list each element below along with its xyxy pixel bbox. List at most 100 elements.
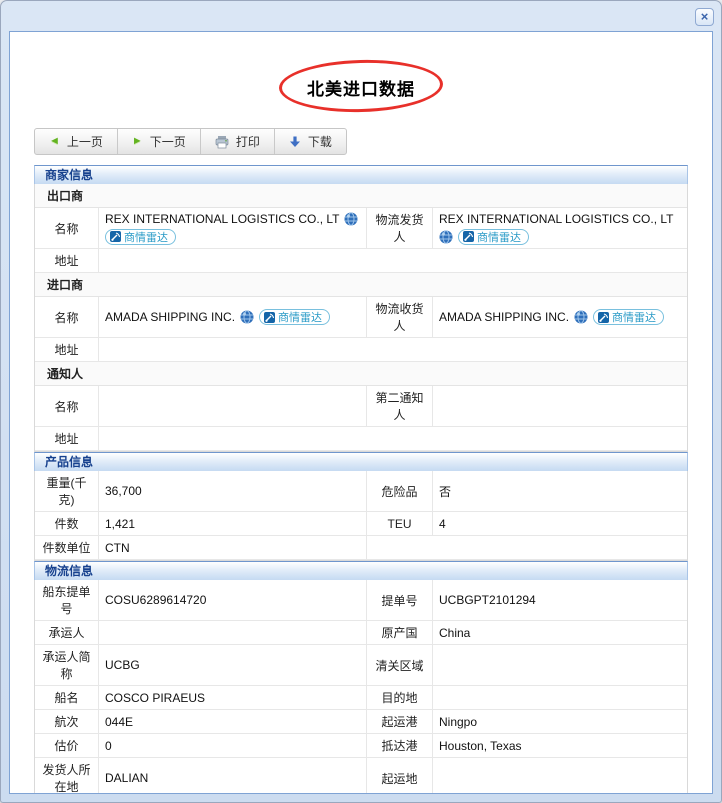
departure-place-value — [433, 758, 687, 793]
radar-badge-button[interactable]: 商情雷达 — [259, 309, 331, 325]
field-label: 船东提单号 — [35, 580, 99, 620]
table-row: 重量(千克) 36,700 危险品 否 — [35, 471, 687, 512]
table-row: 名称 REX INTERNATIONAL LOGISTICS CO., LT 商… — [35, 208, 687, 249]
field-label: TEU — [367, 512, 433, 535]
table-row: 地址 — [35, 427, 687, 451]
field-label: 名称 — [35, 297, 99, 337]
table-row: 件数 1,421 TEU 4 — [35, 512, 687, 536]
master-bl-value: COSU6289614720 — [99, 580, 367, 620]
field-label: 抵达港 — [367, 734, 433, 757]
field-label: 清关区域 — [367, 645, 433, 685]
notify-address-value — [99, 427, 687, 450]
radar-icon — [110, 231, 121, 242]
table-row: 估价 0 抵达港 Houston, Texas — [35, 734, 687, 758]
teu-value: 4 — [439, 516, 446, 531]
shipper-location-value: DALIAN — [99, 758, 367, 793]
globe-icon[interactable] — [240, 310, 255, 324]
field-label: 承运人简称 — [35, 645, 99, 685]
customs-area-value — [433, 645, 687, 685]
radar-badge-label: 商情雷达 — [278, 312, 323, 324]
radar-icon — [598, 311, 610, 323]
prev-page-label: 上一页 — [66, 135, 103, 149]
field-label: 估价 — [35, 734, 99, 757]
estimated-value: 0 — [99, 734, 367, 757]
arrow-right-icon: ► — [131, 135, 143, 147]
bl-value: UCBGPT2101294 — [439, 593, 536, 607]
table-row: 承运人 原产国 China — [35, 621, 687, 645]
exporter-name-value: REX INTERNATIONAL LOGISTICS CO., LT 商情雷达 — [99, 208, 367, 248]
section-header-merchant: 商家信息 — [34, 165, 688, 184]
dangerous-value: 否 — [439, 484, 452, 499]
field-label: 危险品 — [367, 471, 433, 511]
radar-badge-label: 商情雷达 — [612, 312, 657, 324]
notify-name-value — [99, 386, 367, 426]
section-product: 重量(千克) 36,700 危险品 否 件数 1,421 TEU 4 件数单位 … — [34, 471, 688, 561]
company-name: AMADA SHIPPING INC. — [105, 310, 236, 324]
subheader-exporter: 出口商 — [35, 184, 687, 208]
prev-page-button[interactable]: ◄ 上一页 — [35, 129, 118, 154]
field-label: 件数单位 — [35, 536, 99, 559]
radar-badge-button[interactable]: 商情雷达 — [593, 309, 665, 325]
section-header-product: 产品信息 — [34, 452, 688, 471]
download-label: 下载 — [307, 135, 332, 149]
table-row: 发货人所在地 DALIAN 起运地 — [35, 758, 687, 793]
page-title-wrap: 北美进口数据 — [261, 57, 461, 115]
globe-icon[interactable] — [439, 229, 453, 244]
table-row: 地址 — [35, 249, 687, 273]
table-row: 名称 AMADA SHIPPING INC. 商情雷达 物流收货人 AMADA … — [35, 297, 687, 338]
download-button[interactable]: 下载 — [275, 129, 346, 154]
weight-value: 36,700 — [99, 471, 367, 511]
company-name: REX INTERNATIONAL LOGISTICS CO., LT — [439, 211, 674, 226]
pager-toolbar: ◄ 上一页 ► 下一页 打印 下载 — [34, 128, 347, 155]
download-arrow-icon — [289, 136, 300, 147]
print-button[interactable]: 打印 — [201, 129, 275, 154]
importer-name-value: AMADA SHIPPING INC. 商情雷达 — [99, 297, 367, 337]
radar-badge-button[interactable]: 商情雷达 — [458, 228, 529, 245]
field-label: 地址 — [35, 338, 99, 361]
section-logistics: 船东提单号 COSU6289614720 提单号 UCBGPT2101294 承… — [34, 580, 688, 793]
radar-badge-button[interactable]: 商情雷达 — [105, 228, 176, 245]
table-row: 件数单位 CTN — [35, 536, 687, 560]
field-label: 原产国 — [367, 621, 433, 644]
carrier-value — [99, 621, 367, 644]
company-name: REX INTERNATIONAL LOGISTICS CO., LT — [105, 211, 340, 226]
section-merchant: 出口商 名称 REX INTERNATIONAL LOGISTICS CO., … — [34, 184, 688, 452]
table-row: 地址 — [35, 338, 687, 362]
close-button[interactable]: × — [695, 8, 714, 26]
detail-sections: 商家信息 出口商 名称 REX INTERNATIONAL LOGISTICS … — [34, 165, 688, 793]
globe-icon[interactable] — [574, 310, 589, 324]
radar-badge-label: 商情雷达 — [477, 231, 521, 244]
origin-country-value: China — [439, 625, 471, 640]
table-row: 船东提单号 COSU6289614720 提单号 UCBGPT2101294 — [35, 580, 687, 621]
globe-icon[interactable] — [344, 211, 359, 226]
field-label: 目的地 — [367, 686, 433, 709]
printer-icon — [215, 135, 229, 148]
unit-value: CTN — [99, 536, 367, 559]
pieces-value: 1,421 — [99, 512, 367, 535]
destination-value — [433, 686, 687, 709]
subheader-importer: 进口商 — [35, 273, 687, 297]
table-row: 名称 第二通知人 — [35, 386, 687, 427]
second-notify-value — [433, 386, 687, 426]
field-label: 船名 — [35, 686, 99, 709]
field-label: 名称 — [35, 386, 99, 426]
port-of-discharge-value: Houston, Texas — [439, 738, 522, 753]
dialog-window: × 北美进口数据 ◄ 上一页 ► 下一页 打印 下载 商家信息 出口商 名称 R… — [0, 0, 722, 803]
field-label: 物流收货人 — [367, 297, 433, 337]
importer-address-value — [99, 338, 687, 361]
subheader-notify: 通知人 — [35, 362, 687, 386]
field-label: 重量(千克) — [35, 471, 99, 511]
radar-badge-label: 商情雷达 — [124, 231, 168, 244]
field-label: 第二通知人 — [367, 386, 433, 426]
next-page-label: 下一页 — [149, 135, 186, 149]
logistics-consignee-value: AMADA SHIPPING INC. 商情雷达 — [433, 297, 687, 337]
field-label: 起运地 — [367, 758, 433, 793]
table-row: 航次 044E 起运港 Ningpo — [35, 710, 687, 734]
vessel-value: COSCO PIRAEUS — [99, 686, 367, 709]
next-page-button[interactable]: ► 下一页 — [118, 129, 201, 154]
field-label: 航次 — [35, 710, 99, 733]
carrier-abbr-value: UCBG — [99, 645, 367, 685]
field-label: 件数 — [35, 512, 99, 535]
voyage-value: 044E — [99, 710, 367, 733]
radar-icon — [463, 231, 474, 242]
